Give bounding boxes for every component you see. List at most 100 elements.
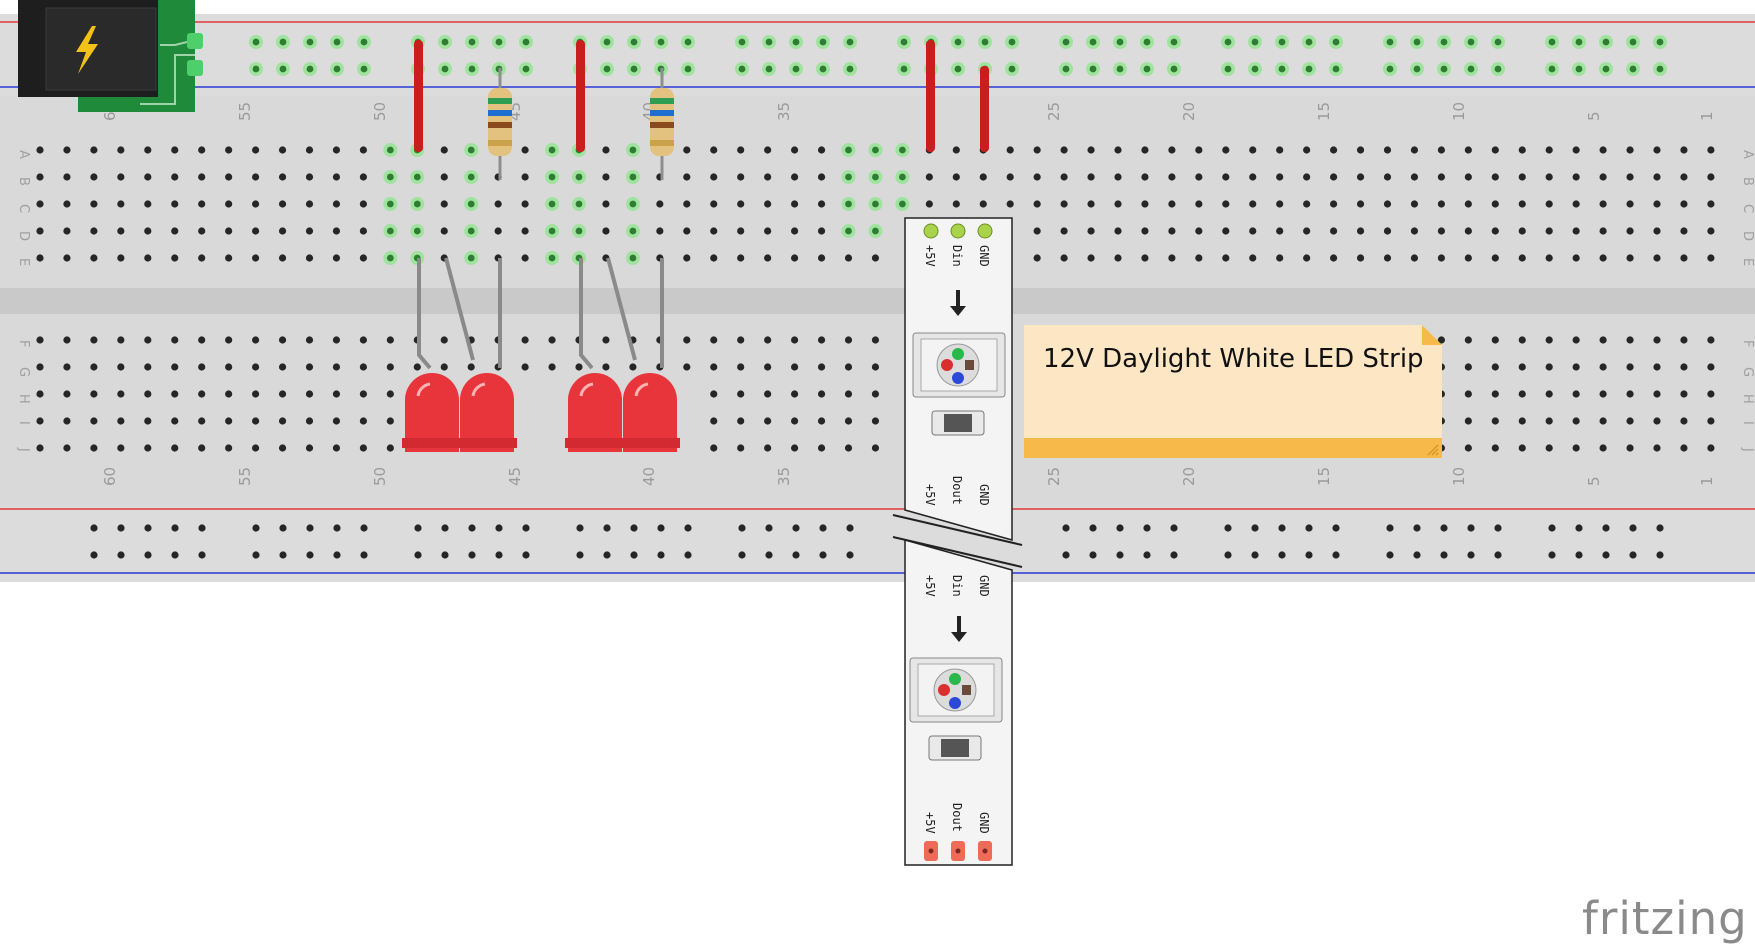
breadboard-hole[interactable]	[279, 38, 287, 46]
breadboard-hole[interactable]	[36, 363, 44, 371]
breadboard-hole[interactable]	[791, 417, 799, 425]
breadboard-hole[interactable]	[359, 336, 367, 344]
breadboard-hole[interactable]	[1440, 38, 1448, 46]
breadboard-hole[interactable]	[1680, 417, 1688, 425]
breadboard-hole[interactable]	[1599, 336, 1607, 344]
breadboard-hole[interactable]	[252, 390, 260, 398]
breadboard-hole[interactable]	[1467, 65, 1475, 73]
breadboard-hole[interactable]	[657, 551, 665, 559]
breadboard-hole[interactable]	[171, 363, 179, 371]
breadboard-hole[interactable]	[1033, 146, 1041, 154]
breadboard-hole[interactable]	[1303, 200, 1311, 208]
strip-pad[interactable]	[923, 223, 939, 239]
breadboard-hole[interactable]	[117, 200, 125, 208]
breadboard-hole[interactable]	[305, 173, 314, 181]
breadboard-hole[interactable]	[90, 444, 98, 452]
breadboard-hole[interactable]	[1491, 227, 1499, 235]
breadboard-hole[interactable]	[332, 390, 341, 398]
breadboard-hole[interactable]	[1060, 227, 1068, 235]
breadboard-hole[interactable]	[333, 38, 341, 46]
breadboard-hole[interactable]	[1653, 336, 1661, 344]
breadboard-hole[interactable]	[629, 173, 637, 181]
breadboard-hole[interactable]	[738, 551, 746, 559]
breadboard-hole[interactable]	[521, 336, 529, 344]
jumper-wire[interactable]	[980, 66, 989, 152]
breadboard-hole[interactable]	[1656, 65, 1664, 73]
breadboard-hole[interactable]	[144, 254, 152, 262]
breadboard-hole[interactable]	[413, 173, 421, 181]
breadboard-hole[interactable]	[413, 363, 421, 371]
breadboard-hole[interactable]	[90, 363, 98, 371]
breadboard-hole[interactable]	[765, 65, 773, 73]
breadboard-hole[interactable]	[602, 363, 610, 371]
breadboard-hole[interactable]	[359, 200, 367, 208]
breadboard-hole[interactable]	[1707, 363, 1715, 371]
breadboard-hole[interactable]	[684, 551, 692, 559]
breadboard-hole[interactable]	[117, 227, 125, 235]
breadboard-hole[interactable]	[1383, 173, 1392, 181]
breadboard-hole[interactable]	[1222, 200, 1230, 208]
breadboard-hole[interactable]	[1386, 524, 1394, 532]
breadboard-hole[interactable]	[603, 38, 611, 46]
breadboard-hole[interactable]	[1491, 336, 1499, 344]
breadboard-hole[interactable]	[252, 227, 260, 235]
breadboard-hole[interactable]	[1278, 65, 1286, 73]
breadboard-hole[interactable]	[225, 200, 233, 208]
breadboard-hole[interactable]	[1464, 146, 1472, 154]
breadboard-hole[interactable]	[117, 254, 125, 262]
breadboard-hole[interactable]	[1707, 336, 1715, 344]
breadboard-hole[interactable]	[1464, 254, 1472, 262]
breadboard-hole[interactable]	[252, 363, 260, 371]
breadboard-hole[interactable]	[872, 146, 879, 154]
breadboard-hole[interactable]	[981, 38, 989, 46]
breadboard-hole[interactable]	[791, 363, 799, 371]
breadboard-hole[interactable]	[1494, 38, 1502, 46]
breadboard-hole[interactable]	[252, 173, 260, 181]
breadboard-hole[interactable]	[171, 227, 179, 235]
breadboard-hole[interactable]	[117, 417, 125, 425]
breadboard-hole[interactable]	[360, 551, 368, 559]
breadboard-hole[interactable]	[1087, 200, 1095, 208]
breadboard-hole[interactable]	[791, 146, 799, 154]
breadboard-hole[interactable]	[979, 173, 987, 181]
breadboard-hole[interactable]	[1572, 146, 1580, 154]
breadboard-hole[interactable]	[548, 227, 556, 235]
breadboard-hole[interactable]	[36, 336, 44, 344]
breadboard-hole[interactable]	[1437, 200, 1445, 208]
breadboard-hole[interactable]	[1033, 227, 1041, 235]
breadboard-hole[interactable]	[1467, 551, 1475, 559]
breadboard-hole[interactable]	[494, 227, 502, 235]
breadboard-hole[interactable]	[360, 524, 368, 532]
breadboard-hole[interactable]	[1305, 38, 1313, 46]
breadboard-hole[interactable]	[1467, 524, 1475, 532]
breadboard-hole[interactable]	[872, 227, 879, 235]
breadboard-hole[interactable]	[737, 173, 745, 181]
breadboard-hole[interactable]	[1437, 254, 1445, 262]
breadboard-hole[interactable]	[575, 363, 583, 371]
breadboard-hole[interactable]	[1033, 200, 1041, 208]
breadboard-hole[interactable]	[198, 227, 206, 235]
breadboard-hole[interactable]	[63, 146, 71, 154]
breadboard-hole[interactable]	[1599, 173, 1607, 181]
breadboard-hole[interactable]	[1143, 524, 1151, 532]
breadboard-hole[interactable]	[710, 390, 718, 398]
breadboard-hole[interactable]	[198, 444, 206, 452]
breadboard-hole[interactable]	[1575, 38, 1583, 46]
breadboard-hole[interactable]	[1141, 254, 1149, 262]
breadboard-hole[interactable]	[1518, 390, 1526, 398]
breadboard-hole[interactable]	[359, 444, 367, 452]
breadboard-hole[interactable]	[198, 551, 206, 559]
breadboard-hole[interactable]	[252, 254, 260, 262]
breadboard-hole[interactable]	[1572, 336, 1580, 344]
breadboard-hole[interactable]	[764, 417, 772, 425]
breadboard-hole[interactable]	[629, 146, 637, 154]
breadboard-hole[interactable]	[1653, 390, 1661, 398]
breadboard-hole[interactable]	[1653, 146, 1661, 154]
breadboard-hole[interactable]	[1224, 551, 1232, 559]
breadboard-hole[interactable]	[1141, 173, 1149, 181]
breadboard-hole[interactable]	[1653, 444, 1661, 452]
breadboard-hole[interactable]	[1224, 65, 1232, 73]
breadboard-hole[interactable]	[90, 200, 98, 208]
breadboard-hole[interactable]	[198, 146, 206, 154]
breadboard-hole[interactable]	[1089, 551, 1097, 559]
